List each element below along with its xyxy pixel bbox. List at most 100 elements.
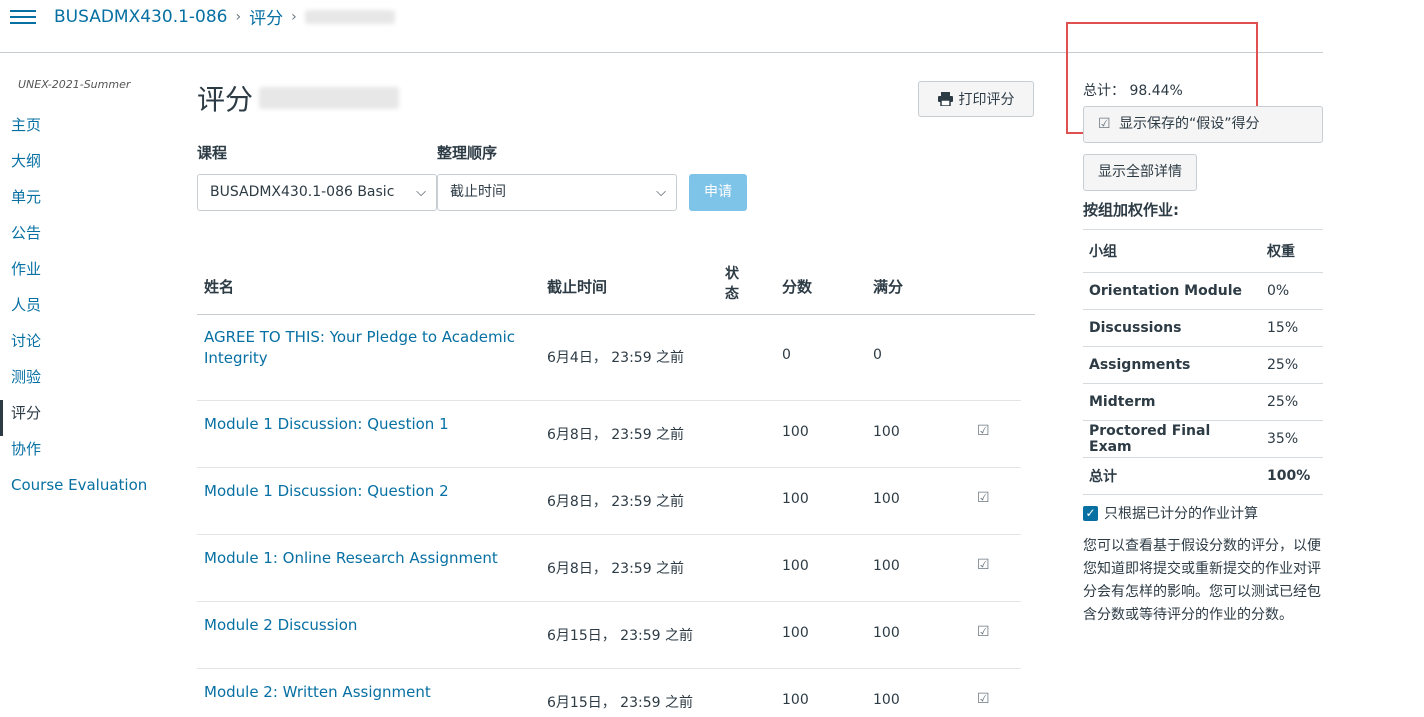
- assignment-link[interactable]: Module 1 Discussion: Question 2: [204, 481, 524, 502]
- course-select-value: BUSADMX430.1-086 Basic: [210, 184, 395, 200]
- nav-item-people[interactable]: 人员: [0, 292, 170, 328]
- weights-total-value: 100%: [1261, 457, 1323, 495]
- weights-header-group: 小组: [1089, 244, 1117, 260]
- weights-value: 35%: [1267, 431, 1299, 447]
- score: 100: [782, 491, 809, 507]
- apply-button[interactable]: 申请: [689, 174, 747, 211]
- nav-item-home[interactable]: 主页: [0, 112, 170, 148]
- due-date: 6月8日， 23:59 之前: [547, 494, 685, 510]
- sort-select-value: 截止时间: [450, 184, 506, 200]
- weights-value: 15%: [1267, 320, 1299, 336]
- show-all-details-button[interactable]: 显示全部详情: [1083, 154, 1197, 191]
- nav-item-assignments[interactable]: 作业: [0, 256, 170, 292]
- breadcrumb-separator-icon: ›: [235, 8, 242, 25]
- weights-row: Assignments 25%: [1083, 346, 1323, 384]
- weights-table: 小组 权重 Orientation Module 0% Discussions …: [1083, 229, 1323, 495]
- breadcrumb: BUSADMX430.1-086 › 评分 ›: [54, 4, 395, 29]
- header-status: 状态: [725, 266, 739, 302]
- total-grade: 总计： 98.44%: [1083, 80, 1183, 100]
- weights-group: Discussions: [1089, 320, 1182, 336]
- points-possible: 100: [873, 424, 900, 440]
- weights-group: Midterm: [1089, 394, 1156, 410]
- due-date: 6月4日， 23:59 之前: [547, 350, 685, 366]
- whatif-help-text: 您可以查看基于假设分数的评分，以便您知道即将提交或重新提交的作业对评分会有怎样的…: [1083, 538, 1321, 623]
- points-possible: 100: [873, 625, 900, 641]
- nav-item-quizzes[interactable]: 测验: [0, 364, 170, 400]
- header-total: 满分: [873, 278, 904, 296]
- points-possible: 100: [873, 692, 900, 708]
- assignment-link[interactable]: Module 2 Discussion: [204, 615, 524, 636]
- due-date: 6月15日， 23:59 之前: [547, 628, 693, 644]
- only-graded-label: 只根据已计分的作业计算: [1104, 506, 1258, 522]
- score: 100: [782, 625, 809, 641]
- points-possible: 0: [873, 347, 882, 363]
- print-grades-label: 打印评分: [958, 92, 1015, 108]
- weights-row: Discussions 15%: [1083, 309, 1323, 347]
- points-possible: 100: [873, 558, 900, 574]
- score: 100: [782, 692, 809, 708]
- rubric-comment-icon[interactable]: ☑: [977, 624, 990, 640]
- print-grades-button[interactable]: 打印评分: [918, 81, 1034, 117]
- redacted-student-name: [259, 87, 400, 109]
- rubric-comment-icon[interactable]: ☑: [977, 490, 990, 506]
- breadcrumb-grades-link[interactable]: 评分: [249, 4, 283, 29]
- redacted-student-name: [304, 9, 395, 24]
- printer-icon: [937, 92, 953, 106]
- show-whatif-scores-button[interactable]: ☑ 显示保存的“假设”得分: [1083, 106, 1323, 143]
- breadcrumb-separator-icon: ›: [291, 8, 297, 25]
- score: 100: [782, 424, 809, 440]
- assignment-link[interactable]: AGREE TO THIS: Your Pledge to Academic I…: [204, 327, 524, 369]
- weights-row: Midterm 25%: [1083, 383, 1323, 421]
- breadcrumb-course-link[interactable]: BUSADMX430.1-086: [54, 7, 228, 27]
- table-row: Module 1 Discussion: Question 2 6月8日， 23…: [197, 468, 1021, 535]
- due-date: 6月8日， 23:59 之前: [547, 427, 685, 443]
- hamburger-menu-icon[interactable]: [10, 6, 36, 28]
- page-title-text: 评分: [197, 83, 254, 116]
- total-grade-value: 98.44%: [1129, 83, 1183, 99]
- due-date: 6月8日， 23:59 之前: [547, 561, 685, 577]
- show-whatif-scores-label: 显示保存的“假设”得分: [1119, 116, 1260, 132]
- due-date: 6月15日， 23:59 之前: [547, 695, 693, 711]
- weights-row: Orientation Module 0%: [1083, 272, 1323, 310]
- rubric-comment-icon[interactable]: ☑: [977, 423, 990, 439]
- nav-item-grades[interactable]: 评分: [0, 400, 170, 436]
- weights-title: 按组加权作业:: [1083, 201, 1179, 219]
- header-name: 姓名: [204, 278, 235, 296]
- only-graded-checkbox-row[interactable]: ✓ 只根据已计分的作业计算: [1083, 503, 1258, 523]
- sort-select[interactable]: 截止时间 ⌵: [437, 174, 677, 211]
- weights-value: 25%: [1267, 357, 1299, 373]
- weights-group: Orientation Module: [1089, 283, 1242, 299]
- weights-header-weight: 权重: [1267, 244, 1295, 260]
- course-navigation: 主页 大纲 单元 公告 作业 人员 讨论 测验 评分 协作 Course Eva…: [0, 112, 170, 508]
- weights-row: Proctored Final Exam 35%: [1083, 420, 1323, 458]
- table-row: Module 1 Discussion: Question 1 6月8日， 23…: [197, 401, 1021, 468]
- nav-item-collaborations[interactable]: 协作: [0, 436, 170, 472]
- grades-table-header: 姓名 截止时间 状态 分数 满分: [197, 258, 1035, 315]
- assignment-link[interactable]: Module 2: Written Assignment: [204, 682, 524, 703]
- score: 100: [782, 558, 809, 574]
- nav-item-discussions[interactable]: 讨论: [0, 328, 170, 364]
- course-term: UNEX-2021-Summer: [18, 78, 131, 91]
- chevron-down-icon: ⌵: [416, 185, 426, 200]
- chevron-down-icon: ⌵: [656, 185, 666, 200]
- score: 0: [782, 347, 791, 363]
- header-score: 分数: [782, 278, 813, 296]
- course-select[interactable]: BUSADMX430.1-086 Basic ⌵: [197, 174, 437, 211]
- weights-value: 25%: [1267, 394, 1299, 410]
- rubric-comment-icon: ☑: [1098, 116, 1111, 132]
- weights-group: Proctored Final Exam: [1089, 423, 1211, 455]
- assignment-link[interactable]: Module 1 Discussion: Question 1: [204, 414, 524, 435]
- nav-item-modules[interactable]: 单元: [0, 184, 170, 220]
- table-row: Module 2: Written Assignment 6月15日， 23:5…: [197, 669, 1021, 717]
- rubric-comment-icon[interactable]: ☑: [977, 691, 990, 707]
- nav-item-announcements[interactable]: 公告: [0, 220, 170, 256]
- nav-item-syllabus[interactable]: 大纲: [0, 148, 170, 184]
- nav-item-course-evaluation[interactable]: Course Evaluation: [0, 472, 170, 508]
- table-row: AGREE TO THIS: Your Pledge to Academic I…: [197, 315, 1021, 401]
- checkbox-checked-icon[interactable]: ✓: [1083, 505, 1098, 521]
- total-grade-label: 总计：: [1083, 83, 1125, 99]
- rubric-comment-icon[interactable]: ☑: [977, 557, 990, 573]
- points-possible: 100: [873, 491, 900, 507]
- assignment-link[interactable]: Module 1: Online Research Assignment: [204, 548, 524, 569]
- weights-value: 0%: [1267, 283, 1290, 299]
